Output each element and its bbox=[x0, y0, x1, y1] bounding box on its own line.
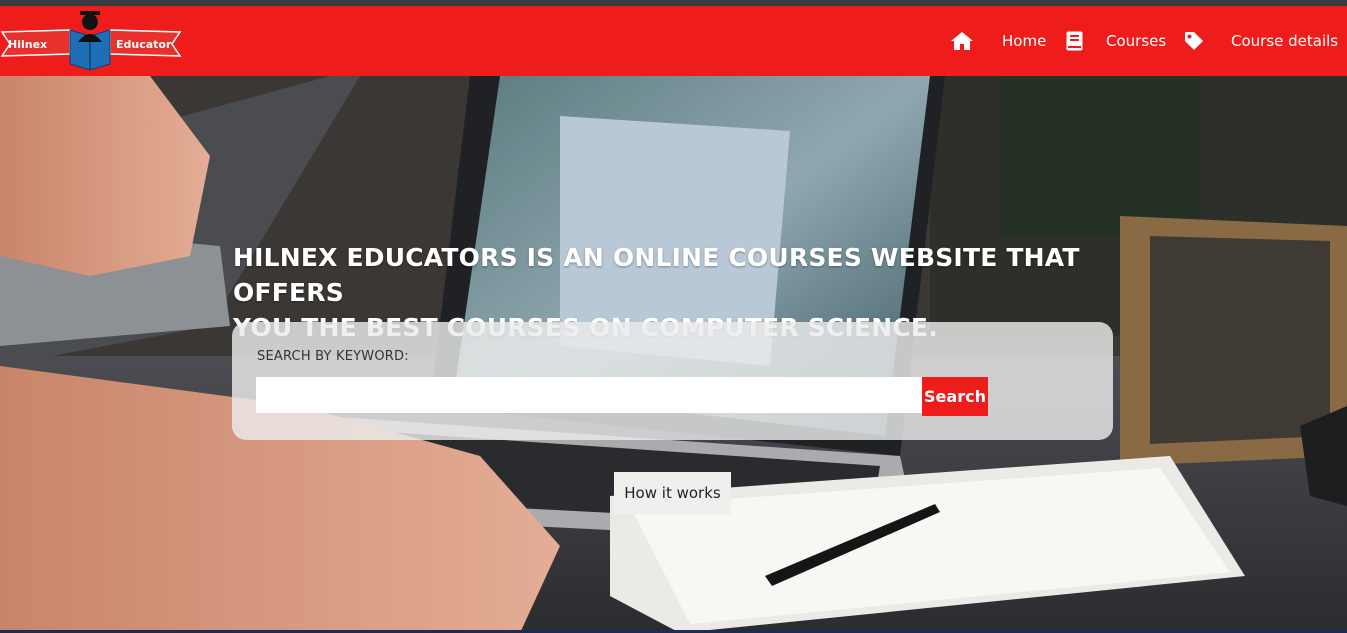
search-label: SEARCH BY KEYWORD: bbox=[257, 349, 409, 364]
search-panel: SEARCH BY KEYWORD: Search bbox=[232, 322, 1113, 440]
hero-section: HILNEX EDUCATORS IS AN ONLINE COURSES WE… bbox=[0, 76, 1347, 633]
home-icon bbox=[950, 31, 974, 51]
logo-left-word: Hilnex bbox=[8, 38, 47, 51]
how-it-works-button[interactable]: How it works bbox=[614, 472, 731, 514]
navbar: Hilnex Educator Home Courses Course deta… bbox=[0, 6, 1347, 76]
nav-home[interactable]: Home bbox=[950, 6, 1046, 76]
logo-emblem-icon: Hilnex Educator bbox=[0, 11, 182, 71]
logo[interactable]: Hilnex Educator bbox=[0, 8, 182, 72]
hero-headline-line1: HILNEX EDUCATORS IS AN ONLINE COURSES WE… bbox=[233, 243, 1080, 307]
search-input[interactable] bbox=[256, 377, 922, 413]
nav-courses-label: Courses bbox=[1106, 32, 1167, 50]
nav-course-details-label: Course details bbox=[1231, 32, 1339, 50]
search-button[interactable]: Search bbox=[922, 377, 988, 416]
nav-courses[interactable]: Courses bbox=[1066, 6, 1166, 76]
nav-course-details[interactable]: Course details bbox=[1184, 6, 1338, 76]
tag-icon bbox=[1184, 31, 1204, 51]
nav-home-label: Home bbox=[1002, 32, 1047, 50]
logo-right-word: Educator bbox=[116, 38, 172, 51]
book-icon bbox=[1066, 31, 1083, 51]
